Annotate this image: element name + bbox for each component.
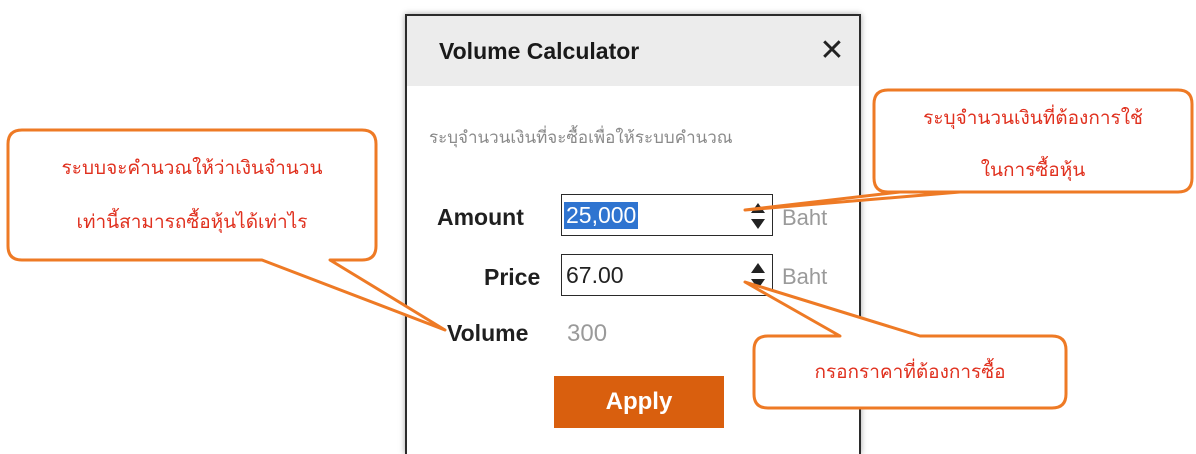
right-callout-line2: ในการซื้อหุ้น (980, 159, 1086, 181)
bottom-callout-text: กรอกราคาที่ต้องการซื้อ (814, 361, 1006, 383)
right-callout-line1: ระบุจำนวนเงินที่ต้องการใช้ (923, 107, 1143, 129)
left-callout-line1: ระบบจะคำนวณให้ว่าเงินจำนวน (61, 157, 323, 179)
left-callout-line2: เท่านี้สามารถซื้อหุ้นได้เท่าไร (76, 211, 308, 233)
